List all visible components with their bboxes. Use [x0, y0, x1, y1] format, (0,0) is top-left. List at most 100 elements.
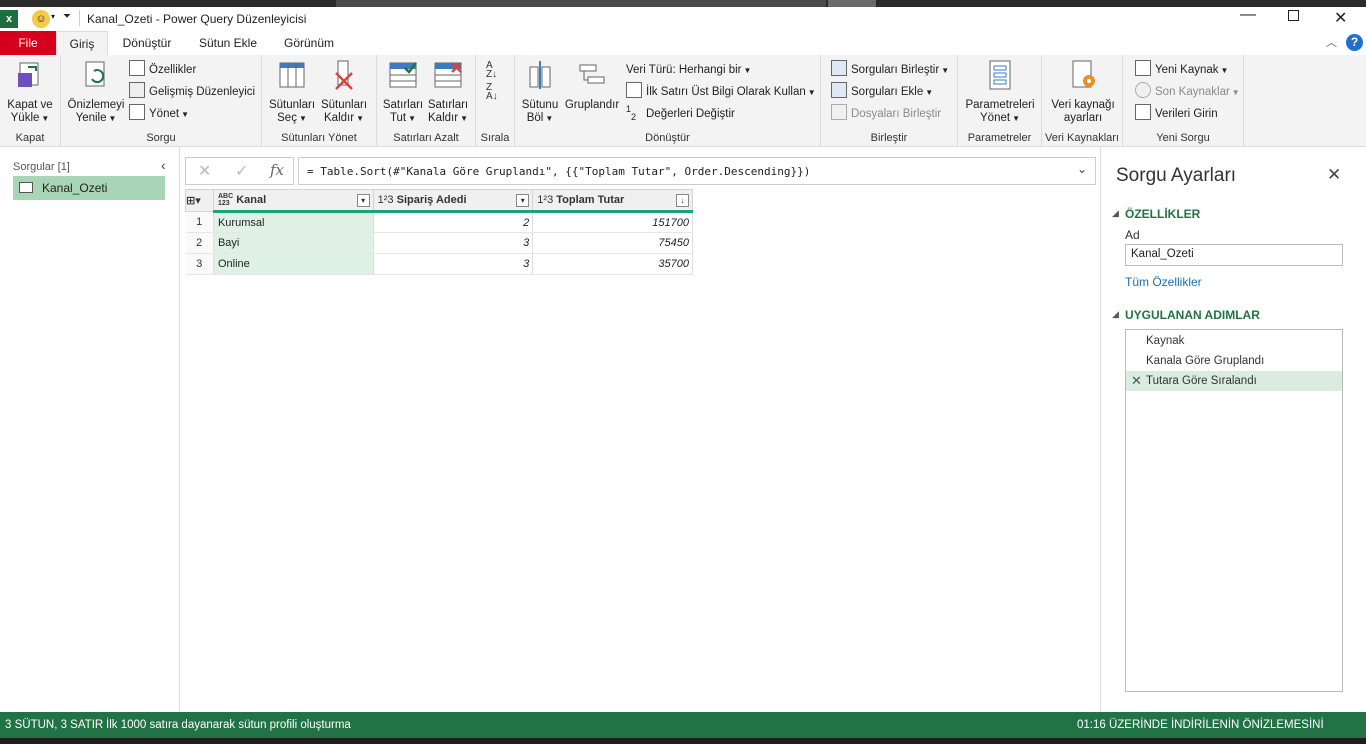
type-number-icon[interactable]: 1²3 [378, 194, 394, 206]
properties-header: ÖZELLİKLER [1125, 207, 1201, 221]
manage-button[interactable]: Yönet ▼ [129, 104, 189, 124]
cell-toplam-tutar[interactable]: 151700 [532, 211, 693, 233]
properties-button[interactable]: Özellikler [129, 60, 196, 80]
enter-data-button[interactable]: Verileri Girin [1135, 104, 1218, 124]
new-source-button[interactable]: Yeni Kaynak ▼ [1135, 60, 1228, 80]
cancel-icon[interactable]: ✕ [198, 161, 211, 181]
cell-kanal[interactable]: Online [213, 253, 374, 275]
restore-icon[interactable] [1288, 10, 1299, 21]
table-row[interactable]: 2 Bayi 3 75450 [185, 232, 693, 254]
collapse-properties-icon[interactable]: ◢ [1112, 208, 1119, 219]
replace-values-button[interactable]: 1 2 Değerleri Değiştir [626, 104, 735, 124]
tab-home[interactable]: Giriş [56, 31, 108, 55]
split-column-button[interactable]: Sütunu Böl ▼ [519, 59, 561, 125]
all-properties-link[interactable]: Tüm Özellikler [1125, 275, 1202, 289]
manage-parameters-button[interactable]: Parametreleri Yönet ▼ [962, 59, 1038, 125]
group-by-button[interactable]: Gruplandır [563, 59, 621, 112]
window-title: Kanal_Ozeti - Power Query Düzenleyicisi [87, 12, 307, 26]
tab-add-column[interactable]: Sütun Ekle [188, 31, 268, 55]
keep-rows-button[interactable]: Satırları Tut ▼ [380, 59, 426, 125]
group-label: Yeni Sorgu [1156, 132, 1210, 144]
delete-step-icon[interactable]: ✕ [1131, 371, 1142, 391]
new-source-icon [1135, 60, 1151, 76]
table-header-icon [626, 82, 642, 98]
fx-icon[interactable]: fx [270, 161, 284, 179]
filter-dropdown-icon[interactable]: ▾ [356, 194, 370, 207]
cell-siparis-adedi[interactable]: 2 [373, 211, 534, 233]
column-header-siparis-adedi[interactable]: 1²3 Sipariş Adedi ▾ [372, 189, 534, 213]
sort-descending-filter-icon[interactable]: ↓ [676, 194, 689, 207]
close-load-button[interactable]: Kapat ve Yükle ▼ [4, 59, 56, 125]
query-item[interactable]: Kanal_Ozeti [13, 176, 165, 200]
row-number: 1 [185, 211, 214, 233]
merge-queries-button[interactable]: Sorguları Birleştir ▼ [831, 60, 949, 80]
tab-view[interactable]: Görünüm [274, 31, 344, 55]
data-source-settings-button[interactable]: Veri kaynağı ayarları [1045, 59, 1121, 125]
cell-kanal[interactable]: Kurumsal [213, 211, 374, 233]
row-number: 2 [185, 232, 214, 254]
type-text-icon[interactable]: ABC 123 [218, 193, 233, 207]
recent-sources-button[interactable]: Son Kaynaklar ▼ [1135, 82, 1240, 102]
collapse-ribbon-icon[interactable]: ︿ [1326, 34, 1337, 50]
cell-siparis-adedi[interactable]: 3 [373, 232, 534, 254]
choose-columns-button[interactable]: Sütunları Seç ▼ [266, 59, 318, 125]
feedback-dropdown-icon[interactable]: ▾ [51, 12, 55, 21]
name-input[interactable]: Kanal_Ozeti [1125, 244, 1343, 266]
applied-step[interactable]: Kanala Göre Gruplandı [1126, 351, 1342, 371]
status-profile-mode[interactable]: İlk 1000 satıra dayanarak sütun profili … [106, 712, 351, 738]
filter-dropdown-icon[interactable]: ▾ [516, 194, 530, 207]
group-label: Sorgu [146, 132, 176, 144]
cell-toplam-tutar[interactable]: 35700 [532, 253, 693, 275]
table-row[interactable]: 3 Online 3 35700 [185, 253, 693, 275]
quick-access-customize-icon[interactable]: ⏷ [63, 11, 71, 22]
group-query: Önizlemeyi Yenile ▼ Özellikler Gelişmiş D… [61, 55, 262, 147]
help-icon[interactable]: ? [1346, 34, 1363, 51]
remove-columns-icon [335, 60, 353, 90]
use-first-row-headers-button[interactable]: İlk Satırı Üst Bilgi Olarak Kullan ▼ [626, 82, 816, 102]
applied-steps-list: Kaynak Kanala Göre Gruplandı ✕ Tutara Gö… [1125, 329, 1343, 692]
formula-input[interactable]: = Table.Sort(#"Kanala Göre Gruplandı", {… [298, 157, 1096, 185]
cell-kanal[interactable]: Bayi [213, 232, 374, 254]
applied-step-selected[interactable]: ✕ Tutara Göre Sıralandı [1126, 371, 1342, 391]
remove-columns-button[interactable]: Sütunları Kaldır ▼ [318, 59, 370, 125]
close-settings-icon[interactable]: ✕ [1327, 165, 1341, 185]
sort-descending-icon[interactable]: Z A↓ [486, 83, 498, 102]
smiley-feedback-icon[interactable]: ☺ [32, 10, 50, 28]
advanced-editor-icon [129, 82, 145, 98]
expand-formula-icon[interactable]: ⌄ [1077, 162, 1087, 176]
confirm-icon[interactable]: ✓ [235, 161, 248, 181]
tab-transform[interactable]: Dönüştür [112, 31, 182, 55]
cell-toplam-tutar[interactable]: 75450 [532, 232, 693, 254]
column-header-toplam-tutar[interactable]: 1²3 Toplam Tutar ↓ [532, 189, 693, 213]
group-label: Kapat [15, 132, 45, 144]
applied-steps-header: UYGULANAN ADIMLAR [1125, 308, 1260, 322]
collapse-queries-icon[interactable]: ‹ [161, 157, 166, 173]
table-row[interactable]: 1 Kurumsal 2 151700 [185, 211, 693, 233]
row-number: 3 [185, 253, 214, 275]
name-label: Ad [1125, 228, 1140, 242]
tab-file[interactable]: File [0, 31, 56, 55]
cell-siparis-adedi[interactable]: 3 [373, 253, 534, 275]
group-sort: A Z↓ Z A↓ Sırala [476, 55, 515, 147]
group-reduce-rows: Satırları Tut ▼ Satırları Kaldır ▼ Satırla… [377, 55, 476, 147]
type-number-icon[interactable]: 1²3 [537, 194, 553, 206]
collapse-steps-icon[interactable]: ◢ [1112, 309, 1119, 320]
table-menu-icon[interactable]: ⊞▾ [185, 189, 214, 212]
group-combine: Sorguları Birleştir ▼ Sorguları Ekle ▼ Dos… [821, 55, 958, 147]
sort-ascending-icon[interactable]: A Z↓ [486, 61, 497, 80]
advanced-editor-button[interactable]: Gelişmiş Düzenleyici [129, 82, 255, 102]
data-type-dropdown[interactable]: Veri Türü: Herhangi bir ▼ [626, 60, 751, 80]
applied-step-label: Tutara Göre Sıralandı [1146, 375, 1257, 387]
remove-rows-button[interactable]: Satırları Kaldır ▼ [425, 59, 471, 125]
append-queries-button[interactable]: Sorguları Ekle ▼ [831, 82, 933, 102]
minimize-icon[interactable]: — [1240, 6, 1256, 24]
close-icon[interactable]: ✕ [1334, 8, 1347, 28]
column-name: Toplam Tutar [556, 194, 625, 206]
combine-files-button[interactable]: Dosyaları Birleştir [831, 104, 941, 124]
column-name: Kanal [236, 193, 267, 206]
applied-step[interactable]: Kaynak [1126, 331, 1342, 351]
refresh-preview-button[interactable]: Önizlemeyi Yenile ▼ [65, 59, 127, 125]
group-transform: Sütunu Böl ▼ Gruplandır Veri Türü: Herhan… [515, 55, 821, 147]
group-data-sources: Veri kaynağı ayarları Veri Kaynakları [1042, 55, 1123, 147]
column-header-kanal[interactable]: ABC 123 Kanal ▾ [212, 189, 374, 213]
